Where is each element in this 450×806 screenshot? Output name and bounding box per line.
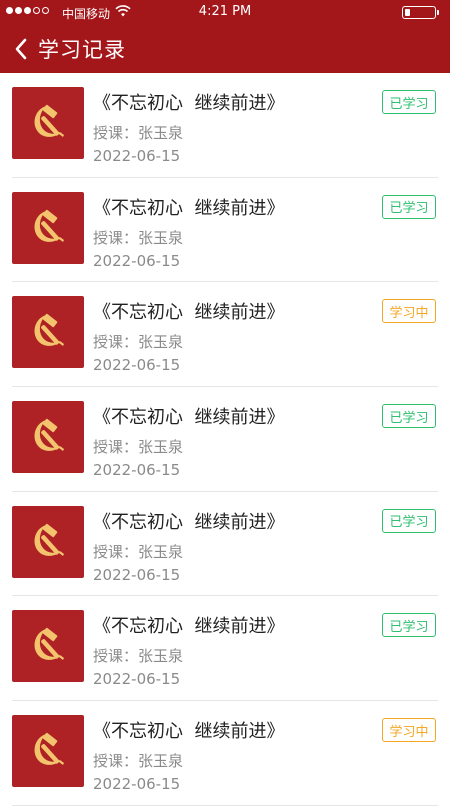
course-thumbnail [12, 87, 84, 159]
course-date: 2022-06-15 [93, 775, 181, 794]
status-badge: 已学习 [382, 613, 436, 638]
course-thumbnail [12, 401, 84, 474]
hammer-sickle-icon [34, 732, 64, 766]
course-date: 2022-06-15 [93, 461, 181, 480]
course-thumbnail [12, 715, 84, 788]
course-date: 2022-06-15 [93, 670, 181, 689]
course-thumbnail [12, 191, 84, 264]
course-date: 2022-06-15 [93, 147, 181, 165]
battery-icon [402, 6, 439, 19]
status-badge: 已学习 [382, 508, 436, 533]
chevron-left-icon [15, 38, 27, 60]
course-date: 2022-06-15 [93, 251, 181, 270]
course-title: 《不忘初心 继续前进》 [93, 302, 285, 324]
course-title: 《不忘初心 继续前进》 [93, 721, 285, 743]
nav-bar: 学习记录 [0, 24, 450, 73]
record-list-item[interactable]: 《不忘初心 继续前进》 授课：张玉泉 2022-06-15 已学习 [12, 387, 438, 492]
course-teacher: 授课：张玉泉 [93, 647, 184, 666]
hammer-sickle-icon [34, 628, 64, 661]
course-thumbnail [12, 296, 84, 369]
record-list-item[interactable]: 《不忘初心 继续前进》 授课：张玉泉 2022-06-15 已学习 [12, 178, 438, 283]
course-date: 2022-06-15 [93, 356, 181, 375]
status-badge: 已学习 [382, 404, 436, 429]
hammer-sickle-icon [34, 418, 64, 452]
course-title: 《不忘初心 继续前进》 [93, 407, 285, 429]
status-time: 4:21 PM [198, 4, 252, 19]
course-title: 《不忘初心 继续前进》 [93, 511, 285, 533]
status-badge: 已学习 [382, 194, 436, 219]
course-teacher: 授课：张玉泉 [93, 124, 184, 142]
record-list-item[interactable]: 《不忘初心 继续前进》 授课：张玉泉 2022-06-15 已学习 [12, 73, 438, 178]
course-title: 《不忘初心 继续前进》 [93, 616, 285, 638]
status-bar: 中国移动 4:21 PM [0, 0, 450, 24]
page-title: 学习记录 [38, 38, 126, 62]
study-record-list: 《不忘初心 继续前进》 授课：张玉泉 2022-06-15 已学习 《不忘初心 … [0, 73, 450, 806]
hammer-sickle-icon [34, 314, 64, 347]
app-header: 中国移动 4:21 PM 学习记录 [0, 0, 450, 73]
record-list-item[interactable]: 《不忘初心 继续前进》 授课：张玉泉 2022-06-15 学习中 [12, 282, 438, 388]
status-badge: 学习中 [382, 299, 436, 324]
hammer-sickle-icon [34, 523, 64, 556]
course-date: 2022-06-15 [93, 565, 181, 584]
hammer-sickle-icon [34, 104, 64, 137]
back-button[interactable] [6, 32, 36, 66]
record-list-item[interactable]: 《不忘初心 继续前进》 授课：张玉泉 2022-06-15 已学习 [12, 492, 438, 597]
course-title: 《不忘初心 继续前进》 [93, 197, 285, 219]
course-teacher: 授课：张玉泉 [93, 542, 184, 561]
record-list-item[interactable]: 《不忘初心 继续前进》 授课：张玉泉 2022-06-15 学习中 [12, 701, 438, 806]
course-teacher: 授课：张玉泉 [93, 752, 184, 771]
record-list-item[interactable]: 《不忘初心 继续前进》 授课：张玉泉 2022-06-15 已学习 [12, 596, 438, 702]
course-teacher: 授课：张玉泉 [93, 438, 184, 457]
course-thumbnail [12, 610, 84, 683]
course-title: 《不忘初心 继续前进》 [93, 93, 285, 114]
status-badge: 学习中 [382, 718, 436, 743]
hammer-sickle-icon [34, 209, 64, 242]
course-teacher: 授课：张玉泉 [93, 228, 184, 247]
course-thumbnail [12, 505, 84, 578]
status-badge: 已学习 [382, 90, 436, 114]
course-teacher: 授课：张玉泉 [93, 333, 184, 352]
